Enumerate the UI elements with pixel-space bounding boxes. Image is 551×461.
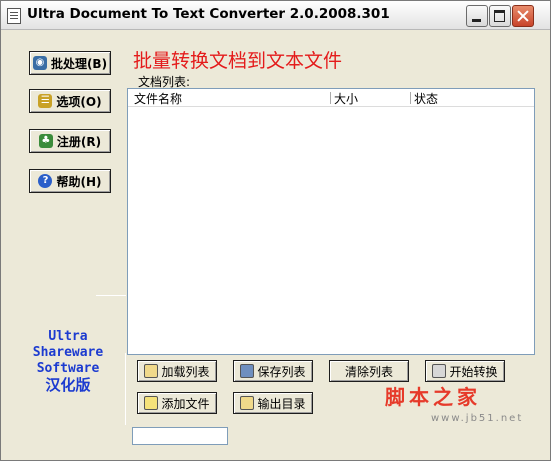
brand-text: Ultra Shareware Software 汉化版 (23, 329, 113, 393)
column-header-size[interactable]: 大小 (334, 90, 358, 107)
document-icon (7, 8, 21, 24)
clear-list-label: 清除列表 (344, 364, 393, 379)
load-list-button[interactable]: 加载列表 (137, 360, 217, 382)
start-convert-label: 开始转换 (449, 364, 498, 379)
music-note-icon (432, 364, 447, 378)
load-list-label: 加载列表 (161, 364, 210, 379)
start-convert-button[interactable]: 开始转换 (425, 360, 505, 382)
minimize-button[interactable] (466, 5, 488, 27)
brand-line: Shareware (32, 345, 104, 360)
column-header-status[interactable]: 状态 (414, 90, 438, 107)
batch-icon: ◉ (32, 56, 47, 70)
column-header-filename[interactable]: 文件名称 (134, 90, 182, 107)
column-separator[interactable] (330, 92, 331, 104)
folder-icon (240, 396, 255, 410)
window-title: Ultra Document To Text Converter 2.0.200… (27, 6, 390, 22)
options-button-label: 选项(O) (56, 94, 102, 109)
title-bar[interactable]: Ultra Document To Text Converter 2.0.200… (1, 1, 550, 30)
register-icon: ♣ (38, 134, 53, 148)
clear-list-button[interactable]: 清除列表 (329, 360, 409, 382)
brand-line: Software (36, 361, 100, 376)
watermark-text: 脚本之家 (385, 385, 481, 409)
add-file-button[interactable]: 添加文件 (137, 392, 217, 414)
add-file-icon (144, 396, 159, 410)
output-dir-label: 输出目录 (257, 396, 306, 411)
register-button-label: 注册(R) (56, 134, 102, 149)
divider (96, 295, 126, 296)
document-list[interactable]: 文件名称 大小 状态 (127, 88, 535, 355)
save-list-label: 保存列表 (257, 364, 306, 379)
help-button[interactable]: ? 帮助(H) (29, 169, 111, 193)
maximize-button[interactable] (489, 5, 511, 27)
batch-button-label: 批处理(B) (50, 56, 108, 71)
add-file-label: 添加文件 (161, 396, 210, 411)
brand-line: 汉化版 (45, 376, 91, 394)
register-button[interactable]: ♣ 注册(R) (29, 129, 111, 153)
divider (125, 353, 126, 425)
help-button-label: 帮助(H) (56, 174, 102, 189)
brand-line: Ultra (48, 329, 88, 344)
options-icon: ☰ (38, 94, 53, 108)
sidebar: ◉ 批处理(B) ☰ 选项(O) ♣ 注册(R) ? 帮助(H) Ultra S… (1, 29, 125, 425)
options-button[interactable]: ☰ 选项(O) (29, 89, 111, 113)
page-title: 批量转换文档到文本文件 (133, 50, 343, 72)
column-separator[interactable] (410, 92, 411, 104)
close-button[interactable] (512, 5, 534, 27)
list-header: 文件名称 大小 状态 (128, 89, 534, 107)
help-icon: ? (38, 174, 53, 188)
save-list-button[interactable]: 保存列表 (233, 360, 313, 382)
watermark-url: www.jb51.net (431, 413, 524, 424)
save-icon (240, 364, 255, 378)
status-field (132, 427, 228, 445)
app-window: Ultra Document To Text Converter 2.0.200… (0, 0, 551, 461)
folder-icon (144, 364, 159, 378)
batch-button[interactable]: ◉ 批处理(B) (29, 51, 111, 75)
output-dir-button[interactable]: 输出目录 (233, 392, 313, 414)
